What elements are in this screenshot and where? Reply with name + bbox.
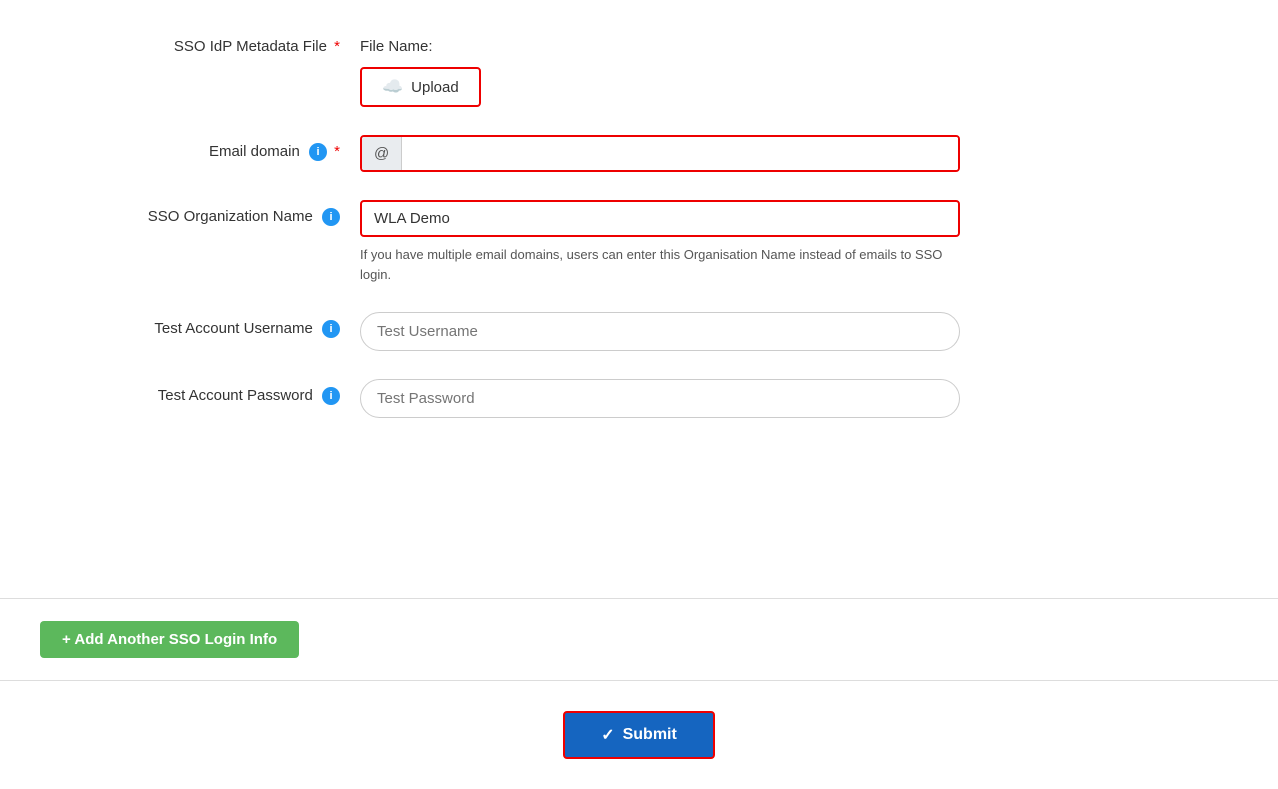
submit-section: ✓ Submit [0, 681, 1278, 789]
test-username-row: Test Account Username i [40, 312, 1238, 351]
at-symbol: @ [374, 145, 389, 162]
sso-idp-label-text: SSO IdP Metadata File [174, 38, 327, 55]
file-name-label: File Name: [360, 30, 960, 55]
submit-button[interactable]: ✓ Submit [563, 711, 715, 759]
email-domain-label: Email domain i * [40, 135, 360, 161]
email-domain-info-icon[interactable]: i [309, 143, 327, 161]
email-domain-row: Email domain i * @ [40, 135, 1238, 172]
email-domain-required-star: * [334, 143, 340, 160]
cloud-upload-icon: ☁️ [382, 77, 403, 97]
checkmark-icon: ✓ [601, 725, 614, 745]
sso-idp-row: SSO IdP Metadata File * File Name: ☁️ Up… [40, 30, 1238, 107]
upload-button[interactable]: ☁️ Upload [360, 67, 481, 107]
form-section: SSO IdP Metadata File * File Name: ☁️ Up… [0, 0, 1278, 599]
test-password-label-text: Test Account Password [158, 387, 313, 404]
sso-org-name-info-icon[interactable]: i [322, 208, 340, 226]
test-password-control [360, 379, 960, 418]
sso-org-name-row: SSO Organization Name i If you have mult… [40, 200, 1238, 284]
submit-button-label: Submit [623, 726, 677, 744]
sso-org-name-control: If you have multiple email domains, user… [360, 200, 960, 284]
at-prefix: @ [362, 137, 402, 170]
add-sso-button-label: + Add Another SSO Login Info [62, 631, 277, 648]
test-password-info-icon[interactable]: i [322, 387, 340, 405]
email-domain-input[interactable] [402, 137, 958, 170]
sso-idp-label: SSO IdP Metadata File * [40, 30, 360, 55]
test-username-control [360, 312, 960, 351]
test-username-info-icon[interactable]: i [322, 320, 340, 338]
upload-button-label: Upload [411, 79, 459, 96]
add-section: + Add Another SSO Login Info [0, 599, 1278, 681]
required-star: * [330, 38, 340, 55]
test-username-input[interactable] [360, 312, 960, 351]
page-container: SSO IdP Metadata File * File Name: ☁️ Up… [0, 0, 1278, 789]
add-sso-button[interactable]: + Add Another SSO Login Info [40, 621, 299, 658]
email-domain-label-text: Email domain [209, 143, 300, 160]
sso-idp-control: File Name: ☁️ Upload [360, 30, 960, 107]
test-username-label-text: Test Account Username [154, 320, 312, 337]
test-password-input[interactable] [360, 379, 960, 418]
email-domain-control: @ [360, 135, 960, 172]
test-password-label: Test Account Password i [40, 379, 360, 405]
sso-org-name-input[interactable] [360, 200, 960, 237]
test-password-row: Test Account Password i [40, 379, 1238, 418]
sso-org-name-label: SSO Organization Name i [40, 200, 360, 226]
email-domain-input-group: @ [360, 135, 960, 172]
sso-org-name-label-text: SSO Organization Name [148, 208, 313, 225]
test-username-label: Test Account Username i [40, 312, 360, 338]
sso-org-name-help-text: If you have multiple email domains, user… [360, 245, 960, 284]
